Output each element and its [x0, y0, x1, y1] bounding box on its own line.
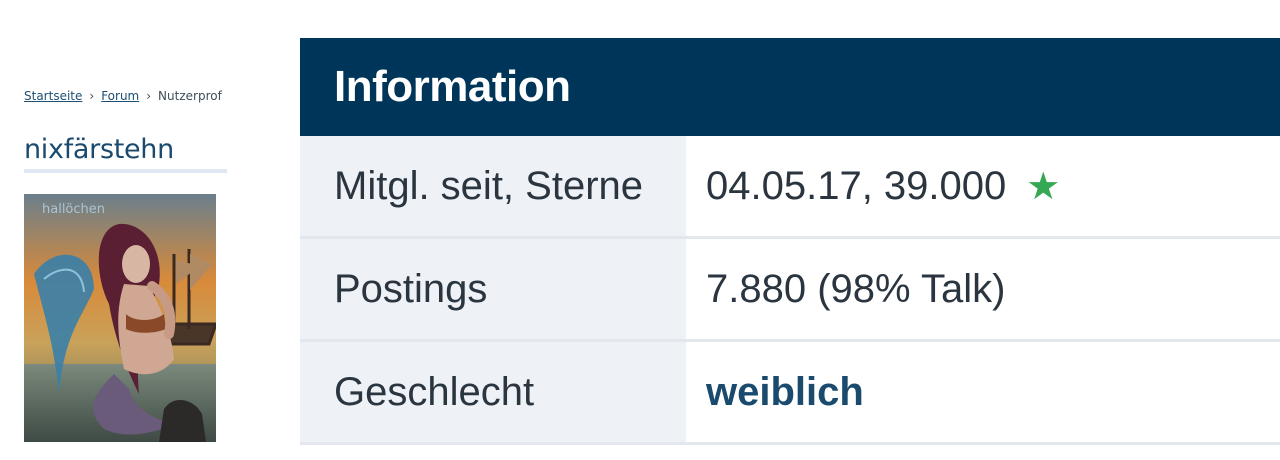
- info-label: Postings: [300, 239, 686, 339]
- info-panel: Information Mitgl. seit, Sterne 04.05.17…: [300, 38, 1280, 445]
- info-value-cell: 04.05.17, 39.000 ★: [686, 136, 1280, 236]
- profile-page: Startseite › Forum › Nutzerprof nixfärstehn: [0, 0, 1280, 460]
- breadcrumb-forum[interactable]: Forum: [101, 89, 139, 103]
- info-value: 7.880 (98% Talk): [686, 239, 1280, 339]
- breadcrumb: Startseite › Forum › Nutzerprof: [24, 89, 230, 103]
- username-heading: nixfärstehn: [24, 134, 227, 173]
- info-value-cell: weiblich: [686, 342, 1280, 442]
- star-icon: ★: [1026, 165, 1061, 208]
- info-title: Information: [334, 62, 571, 111]
- info-row-postings: Postings 7.880 (98% Talk): [300, 239, 1280, 342]
- avatar: hallöchen: [24, 194, 216, 442]
- breadcrumb-current: Nutzerprof: [158, 89, 222, 103]
- chevron-right-icon: ›: [146, 89, 152, 103]
- info-label: Geschlecht: [300, 342, 686, 442]
- breadcrumb-startseite[interactable]: Startseite: [24, 89, 82, 103]
- info-label: Mitgl. seit, Sterne: [300, 136, 686, 236]
- info-value: 04.05.17, 39.000: [706, 163, 1007, 208]
- avatar-caption: hallöchen: [42, 202, 105, 217]
- info-row-gender: Geschlecht weiblich: [300, 342, 1280, 445]
- chevron-right-icon: ›: [89, 89, 95, 103]
- info-row-member-since: Mitgl. seit, Sterne 04.05.17, 39.000 ★: [300, 136, 1280, 239]
- gender-value: weiblich: [706, 369, 864, 414]
- info-header: Information: [300, 38, 1280, 136]
